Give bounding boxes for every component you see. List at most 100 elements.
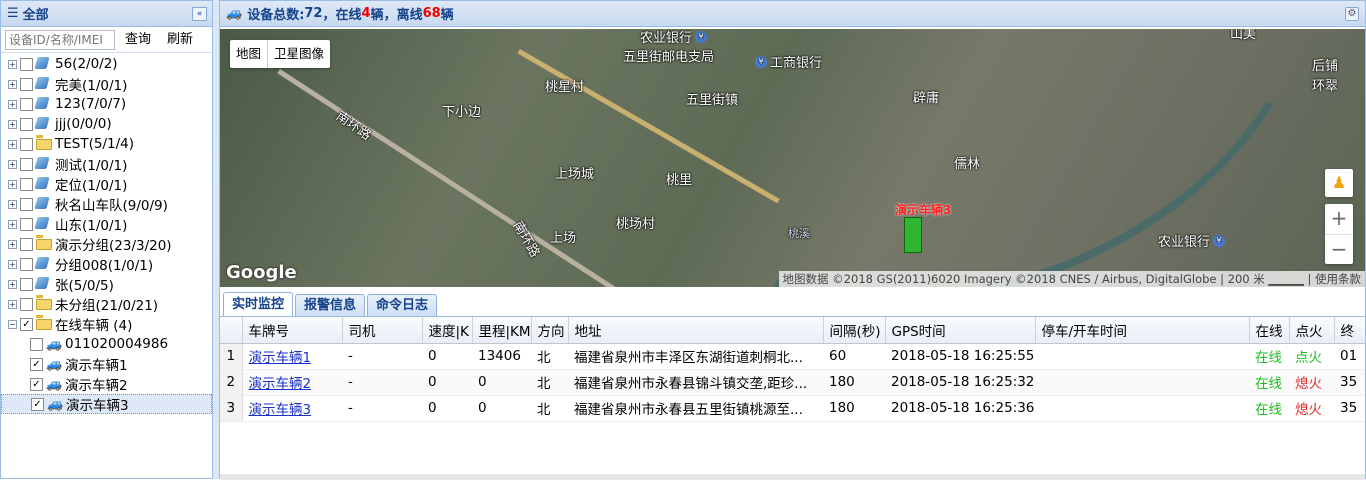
ignition-status: 熄火	[1295, 402, 1322, 418]
device-search-input[interactable]	[5, 29, 115, 50]
expand-icon[interactable]: +	[8, 159, 17, 169]
expand-icon[interactable]: +	[8, 279, 17, 289]
expand-icon[interactable]: +	[8, 59, 17, 69]
tree-group-item[interactable]: − ✓ 在线车辆 (4)	[1, 314, 212, 334]
vehicle-checkbox[interactable]: ✓	[30, 377, 43, 391]
group-checkbox[interactable]	[20, 157, 33, 171]
tab-command-log[interactable]: 命令日志	[367, 294, 438, 316]
tree-group-item[interactable]: + 未分组(21/0/21)	[1, 294, 212, 314]
col-header[interactable]: 点火	[1289, 317, 1335, 344]
grid-header-row: 车牌号 司机 速度|K 里程|KM 方向 地址 间隔(秒) GPS时间 停车/开…	[220, 317, 1365, 344]
expand-icon[interactable]: +	[8, 179, 17, 189]
gps-time-cell: 2018-05-18 16:25:36	[891, 400, 1035, 416]
group-checkbox[interactable]	[20, 277, 33, 291]
tree-group-item[interactable]: + 演示分组(23/3/20)	[1, 234, 212, 254]
group-checkbox[interactable]	[20, 117, 33, 131]
expand-icon[interactable]: +	[8, 239, 17, 249]
vehicle-group-icon	[34, 277, 52, 291]
tab-alarm-info[interactable]: 报警信息	[295, 294, 366, 316]
col-header[interactable]: 在线	[1249, 317, 1290, 344]
group-checkbox[interactable]	[20, 297, 33, 311]
col-header[interactable]: 车牌号	[242, 317, 343, 344]
col-header[interactable]: 司机	[342, 317, 423, 344]
table-row[interactable]: 2 演示车辆2 - 0 0 北 福建省泉州市永春县锦斗镇交垄,距珍... 180 2018-05…	[220, 369, 1365, 396]
tree-group-item[interactable]: + 测试(1/0/1)	[1, 154, 212, 174]
tree-vehicle-item[interactable]: ✓ 🚙 演示车辆2	[1, 374, 212, 394]
col-header[interactable]: 速度|K	[422, 317, 473, 344]
tree-vehicle-item[interactable]: 🚙 011020004986	[1, 334, 212, 354]
gear-icon[interactable]: ⚙	[1345, 7, 1359, 21]
col-header[interactable]: GPS时间	[885, 317, 1036, 344]
expand-icon[interactable]: +	[8, 99, 17, 109]
vehicle-group-icon	[34, 117, 52, 131]
refresh-button[interactable]: 刷新	[161, 30, 199, 50]
satellite-type-button[interactable]: 卫星图像	[267, 40, 330, 68]
folder-icon	[36, 295, 52, 311]
group-checkbox[interactable]: ✓	[20, 317, 33, 331]
expand-icon[interactable]: +	[8, 259, 17, 269]
col-header[interactable]: 方向	[531, 317, 569, 344]
group-checkbox[interactable]	[20, 237, 33, 251]
col-header[interactable]: 地址	[568, 317, 824, 344]
unit-2: 辆	[440, 8, 454, 23]
collapse-icon[interactable]: −	[8, 319, 17, 329]
plate-link[interactable]: 演示车辆3	[249, 402, 312, 418]
map-attribution[interactable]: 地图数据 ©2018 GS(2011)6020 Imagery ©2018 CN…	[778, 271, 1365, 287]
map-label: 下小边	[442, 105, 482, 120]
group-checkbox[interactable]	[20, 77, 33, 91]
horizontal-scrollbar[interactable]	[220, 474, 1365, 480]
vehicle-marker[interactable]	[904, 217, 922, 253]
query-button[interactable]: 查询	[119, 30, 157, 50]
tree-group-item[interactable]: + jjj(0/0/0)	[1, 114, 212, 134]
col-header[interactable]: 终	[1334, 317, 1365, 344]
satellite-map[interactable]: 地图 卫星图像 农业银行 ¥ 五里街邮电支局 ¥ 工商银行 桃星村 五里街镇 下小边…	[220, 29, 1365, 287]
tree-group-item[interactable]: +56(2/0/2)	[1, 54, 212, 74]
tree-vehicle-label: 演示车辆1	[65, 358, 128, 374]
group-checkbox[interactable]	[20, 217, 33, 231]
tree-group-item[interactable]: + 分组008(1/0/1)	[1, 254, 212, 274]
table-row[interactable]: 1 演示车辆1 - 0 13406 北 福建省泉州市丰泽区东湖街道刺桐北... 60 2018-…	[220, 343, 1365, 370]
group-checkbox[interactable]	[20, 177, 33, 191]
zoom-in-button[interactable]: +	[1325, 204, 1353, 234]
col-header[interactable]: 停车/开车时间	[1035, 317, 1250, 344]
tree-group-item[interactable]: + 完美(1/0/1)	[1, 74, 212, 94]
map-label: 南环路	[333, 108, 374, 144]
zoom-control: + −	[1325, 204, 1353, 264]
group-checkbox[interactable]	[20, 57, 33, 71]
expand-icon[interactable]: +	[8, 219, 17, 229]
group-checkbox[interactable]	[20, 197, 33, 211]
vehicle-checkbox[interactable]: ✓	[31, 397, 44, 411]
plate-link[interactable]: 演示车辆1	[249, 350, 312, 366]
vehicle-checkbox[interactable]	[30, 337, 43, 351]
group-checkbox[interactable]	[20, 137, 33, 151]
tab-realtime-monitor[interactable]: 实时监控	[223, 292, 294, 316]
map-type-button[interactable]: 地图	[230, 40, 267, 68]
expand-icon[interactable]: +	[8, 299, 17, 309]
tree-group-item[interactable]: + 张(5/0/5)	[1, 274, 212, 294]
speed-cell: 0	[428, 348, 437, 364]
offline-prefix: ，离线	[383, 8, 423, 23]
col-header[interactable]: 间隔(秒)	[823, 317, 886, 344]
tree-group-item[interactable]: + 秋名山车队(9/0/9)	[1, 194, 212, 214]
table-row[interactable]: 3 演示车辆3 - 0 0 北 福建省泉州市永春县五里街镇桃源至... 180 2018-05-…	[220, 395, 1365, 422]
collapse-left-button[interactable]: «	[192, 7, 207, 21]
group-checkbox[interactable]	[20, 97, 33, 111]
tree-group-item[interactable]: + 山东(1/0/1)	[1, 214, 212, 234]
tree-vehicle-item[interactable]: ✓ 🚙 演示车辆3	[1, 394, 212, 414]
map-label: 农业银行 ¥	[1158, 231, 1226, 250]
vehicle-checkbox[interactable]: ✓	[30, 357, 43, 371]
tree-group-item[interactable]: + 定位(1/0/1)	[1, 174, 212, 194]
expand-icon[interactable]: +	[8, 119, 17, 129]
tree-vehicle-item[interactable]: ✓ 🚙 演示车辆1	[1, 354, 212, 374]
tree-group-item[interactable]: +123(7/0/7)	[1, 94, 212, 114]
bottom-tabs: 实时监控 报警信息 命令日志	[220, 292, 1365, 317]
pegman-icon[interactable]: ♟	[1325, 169, 1353, 197]
group-checkbox[interactable]	[20, 257, 33, 271]
plate-link[interactable]: 演示车辆2	[249, 376, 312, 392]
expand-icon[interactable]: +	[8, 139, 17, 149]
col-header[interactable]: 里程|KM	[472, 317, 532, 344]
expand-icon[interactable]: +	[8, 79, 17, 89]
expand-icon[interactable]: +	[8, 199, 17, 209]
tree-group-item[interactable]: + TEST(5/1/4)	[1, 134, 212, 154]
zoom-out-button[interactable]: −	[1325, 234, 1353, 264]
